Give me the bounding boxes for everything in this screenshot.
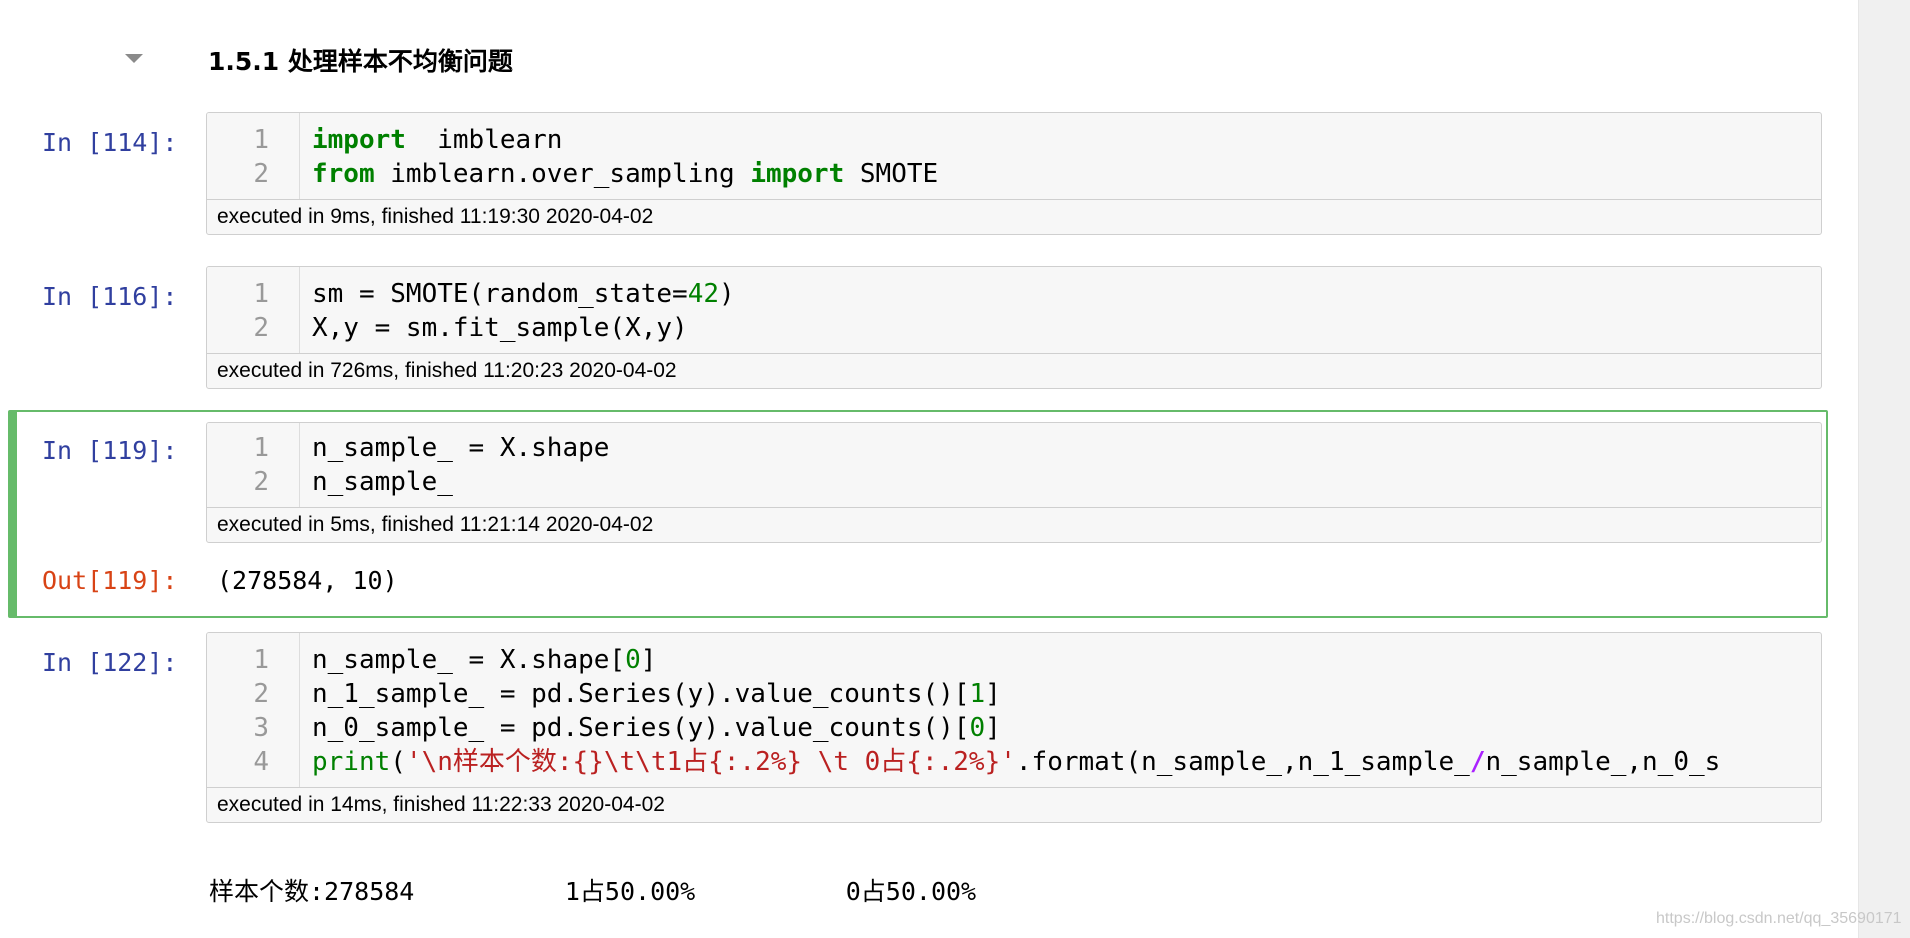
- code-input-area[interactable]: 1 n_sample_ = X.shape[0] 2 n_1_sample_ = pd…: [206, 632, 1822, 823]
- code-token-op: /: [1469, 747, 1486, 777]
- code-text: X,y = sm.fit_sample(X,y): [312, 311, 688, 345]
- code-token: ]: [640, 645, 657, 675]
- collapse-triangle-icon[interactable]: [125, 54, 143, 63]
- code-token: ]: [985, 679, 1001, 709]
- code-token-kw: from: [312, 159, 375, 189]
- code-token: n_1_sample_ = pd.Series(y).value_counts(…: [312, 679, 970, 709]
- input-prompt: In [116]:: [42, 282, 178, 311]
- cell-output-value: (278584, 10): [217, 566, 398, 595]
- code-text: from imblearn.over_sampling import SMOTE: [312, 157, 938, 191]
- code-token-kw: import: [750, 159, 845, 189]
- code-text: n_0_sample_ = pd.Series(y).value_counts(…: [312, 711, 1001, 745]
- line-number: 2: [253, 467, 269, 497]
- code-token: imblearn.over_sampling: [374, 159, 751, 189]
- execution-time-label: executed in 14ms, finished 11:22:33 2020…: [217, 793, 665, 816]
- watermark-text: https://blog.csdn.net/qq_35690171: [1656, 910, 1902, 927]
- heading-number: 1.5.1: [208, 47, 280, 76]
- code-line[interactable]: 2 n_sample_: [207, 465, 1821, 499]
- code-text: n_sample_ = X.shape: [312, 431, 609, 465]
- code-token: SMOTE: [844, 159, 939, 189]
- execution-time-label: executed in 5ms, finished 11:21:14 2020-…: [217, 513, 654, 536]
- line-number: 2: [253, 313, 269, 343]
- code-editor[interactable]: 1 import imblearn 2 from imblearn.over_samp…: [207, 113, 1821, 200]
- scrollbar-track[interactable]: [1858, 0, 1910, 938]
- line-number: 1: [253, 279, 269, 309]
- code-token: X,y = sm.fit_sample(X,y): [312, 313, 688, 343]
- heading-title: 处理样本不均衡问题: [287, 47, 513, 76]
- code-token: ): [719, 279, 735, 309]
- code-text: n_1_sample_ = pd.Series(y).value_counts(…: [312, 677, 1001, 711]
- code-line[interactable]: 4 print('\n样本个数:{}\t\t1占{:.2%} \t 0占{:.2%…: [207, 745, 1821, 779]
- code-text: print('\n样本个数:{}\t\t1占{:.2%} \t 0占{:.2%}…: [312, 745, 1720, 779]
- code-cell-122[interactable]: In [122]: 1 n_sample_ = X.shape[0] 2 n_1_sa…: [8, 632, 1828, 832]
- code-cell-119-selected[interactable]: In [119]: 1 n_sample_ = X.shape 2 n_sample_…: [8, 410, 1828, 618]
- code-line[interactable]: 2 from imblearn.over_sampling import SMOT…: [207, 157, 1821, 191]
- code-token: n_sample_ = X.shape[: [312, 645, 626, 675]
- code-cell-116[interactable]: In [116]: 1 sm = SMOTE(random_state=42) 2 X…: [8, 266, 1828, 396]
- code-text: import imblearn: [312, 123, 562, 157]
- input-prompt: In [114]:: [42, 128, 178, 157]
- code-token: (: [390, 747, 406, 777]
- execution-time-label: executed in 9ms, finished 11:19:30 2020-…: [217, 205, 654, 228]
- code-editor[interactable]: 1 n_sample_ = X.shape[0] 2 n_1_sample_ = pd…: [207, 633, 1821, 788]
- input-prompt: In [122]:: [42, 648, 178, 677]
- code-line[interactable]: 2 X,y = sm.fit_sample(X,y): [207, 311, 1821, 345]
- code-input-area[interactable]: 1 n_sample_ = X.shape 2 n_sample_ executed …: [206, 422, 1822, 543]
- code-input-area[interactable]: 1 sm = SMOTE(random_state=42) 2 X,y = sm.fi…: [206, 266, 1822, 389]
- line-number: 2: [253, 159, 269, 189]
- code-text: sm = SMOTE(random_state=42): [312, 277, 735, 311]
- code-editor[interactable]: 1 sm = SMOTE(random_state=42) 2 X,y = sm.fi…: [207, 267, 1821, 354]
- code-line[interactable]: 1 n_sample_ = X.shape: [207, 431, 1821, 465]
- line-number: 4: [253, 747, 269, 777]
- code-token-num: 42: [687, 279, 719, 309]
- code-line[interactable]: 1 import imblearn: [207, 123, 1821, 157]
- code-text: n_sample_ = X.shape[0]: [312, 643, 656, 677]
- code-input-area[interactable]: 1 import imblearn 2 from imblearn.over_samp…: [206, 112, 1822, 235]
- code-token-num: 0: [625, 645, 641, 675]
- code-token: n_sample_ = X.shape: [312, 433, 610, 463]
- code-line[interactable]: 2 n_1_sample_ = pd.Series(y).value_counts…: [207, 677, 1821, 711]
- code-text: n_sample_: [312, 465, 453, 499]
- code-editor[interactable]: 1 n_sample_ = X.shape 2 n_sample_: [207, 423, 1821, 508]
- line-number: 2: [253, 679, 269, 709]
- section-heading: 1.5.1 处理样本不均衡问题: [208, 42, 513, 78]
- line-number: 1: [253, 645, 269, 675]
- execution-time-label: executed in 726ms, finished 11:20:23 202…: [217, 359, 677, 382]
- code-token: .format(n_sample_,n_1_sample_: [1015, 747, 1470, 777]
- output-prompt: Out[119]:: [42, 566, 178, 595]
- code-token-fn: print: [312, 747, 391, 777]
- code-token-num: 1: [969, 679, 986, 709]
- code-line[interactable]: 3 n_0_sample_ = pd.Series(y).value_counts…: [207, 711, 1821, 745]
- code-line[interactable]: 1 sm = SMOTE(random_state=42): [207, 277, 1821, 311]
- code-token-kw: import: [312, 125, 406, 155]
- line-number: 3: [253, 713, 269, 743]
- code-token: n_sample_: [312, 467, 453, 497]
- line-number: 1: [253, 433, 269, 463]
- code-token: imblearn: [405, 125, 563, 155]
- code-token: sm = SMOTE(random_state=: [312, 279, 688, 309]
- code-cell-114[interactable]: In [114]: 1 import imblearn 2 from imblearn…: [8, 112, 1828, 242]
- code-line[interactable]: 1 n_sample_ = X.shape[0]: [207, 643, 1821, 677]
- input-prompt: In [119]:: [42, 436, 178, 465]
- line-number: 1: [253, 125, 269, 155]
- code-token: ]: [985, 713, 1001, 743]
- code-token-str: '\n样本个数:{}\t\t1占{:.2%} \t 0占{:.2%}': [405, 747, 1016, 777]
- code-token: n_sample_,n_0_s: [1485, 747, 1721, 777]
- cell-stdout-output: 样本个数:278584 1占50.00% 0占50.00%: [209, 877, 977, 906]
- section-heading-row: 1.5.1 处理样本不均衡问题: [0, 38, 1820, 82]
- code-token-num: 0: [969, 713, 986, 743]
- code-token: n_0_sample_ = pd.Series(y).value_counts(…: [312, 713, 970, 743]
